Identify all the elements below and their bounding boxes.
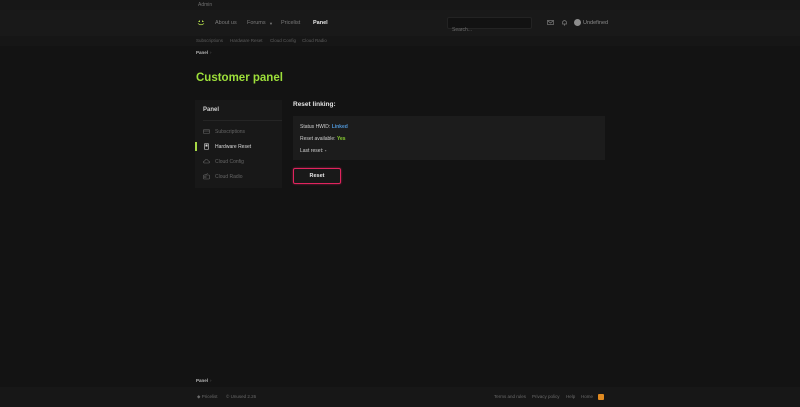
subnav-hardware-reset[interactable]: Hardware Reset (230, 38, 263, 43)
footer-breadcrumb: Panel › (196, 378, 212, 383)
sidebar-item-label: Cloud Radio (215, 174, 243, 180)
sidebar-item-label: Subscriptions (215, 129, 246, 135)
status-value: Linked (331, 124, 348, 130)
status-row: Status HWID: Linked (300, 124, 348, 130)
logo-icon[interactable] (197, 19, 205, 26)
subnav-bar: Subscriptions Hardware Reset Cloud Confi… (0, 36, 800, 46)
footer-pricelist-label: Pricelist (201, 394, 218, 399)
sidebar-panel: Panel Subscriptions Hardware Reset Cloud… (195, 100, 282, 188)
cloud-icon (203, 159, 210, 164)
section-title: Reset linking: (293, 101, 336, 108)
footer-breadcrumb-chevron-icon: › (210, 378, 212, 383)
search-box (447, 17, 532, 35)
footer-pricelist[interactable]: ◆ Pricelist (197, 394, 218, 400)
username[interactable]: Undefined (583, 20, 608, 26)
sidebar-item-label: Cloud Config (215, 159, 244, 165)
footer-copyright-label: Unused 2.26 (230, 394, 257, 399)
card-icon (203, 129, 210, 134)
sidebar-header: Panel (203, 107, 220, 113)
status-label: Status HWID: (300, 124, 331, 130)
reset-available-value: Yes (336, 136, 346, 142)
footer-home[interactable]: Home (581, 394, 593, 399)
reset-available-label: Reset available: (300, 136, 336, 142)
sidebar-item-label: Hardware Reset (215, 144, 252, 150)
avatar[interactable] (574, 19, 581, 26)
subnav-cloud-radio[interactable]: Cloud Radio (302, 38, 327, 43)
tag-icon: ◆ (197, 394, 201, 399)
radio-icon (203, 173, 210, 180)
device-icon (204, 143, 209, 150)
sidebar-item-cloud-config[interactable]: Cloud Config (195, 156, 282, 168)
sidebar-item-hardware-reset[interactable]: Hardware Reset (195, 141, 282, 153)
footer-help[interactable]: Help (566, 394, 575, 399)
last-reset-row: Last reset: - (300, 148, 326, 154)
reset-available-row: Reset available: Yes (300, 136, 346, 142)
rss-icon[interactable] (598, 393, 604, 400)
last-reset-label: Last reset: (300, 148, 324, 154)
breadcrumb-panel[interactable]: Panel (196, 50, 208, 55)
nav-about[interactable]: About us (215, 20, 237, 26)
inbox-icon[interactable] (547, 19, 554, 26)
last-reset-value: - (324, 148, 327, 154)
bell-icon[interactable] (561, 19, 568, 26)
search-input[interactable] (448, 25, 531, 35)
sidebar-item-cloud-radio[interactable]: Cloud Radio (195, 171, 282, 183)
main-navbar: About us Forums ▼ Pricelist Panel Undefi… (0, 10, 800, 36)
footer-breadcrumb-panel[interactable]: Panel (196, 378, 208, 383)
nav-panel[interactable]: Panel (313, 20, 328, 26)
nav-pricelist[interactable]: Pricelist (281, 20, 300, 26)
footer-copyright[interactable]: © Unused 2.26 (226, 394, 256, 399)
admin-link[interactable]: Admin (198, 2, 212, 8)
sidebar-divider (203, 120, 282, 121)
footer-terms[interactable]: Terms and rules (494, 394, 526, 399)
footer: ◆ Pricelist © Unused 2.26 Terms and rule… (0, 387, 800, 407)
top-strip: Admin (0, 0, 800, 10)
breadcrumb: Panel › (196, 50, 212, 55)
forums-chevron-down-icon[interactable]: ▼ (269, 21, 273, 26)
subnav-cloud-config[interactable]: Cloud Config (270, 38, 296, 43)
active-indicator (195, 142, 197, 151)
subnav-subscriptions[interactable]: Subscriptions (196, 38, 223, 43)
reset-info-box: Status HWID: Linked Reset available: Yes… (293, 116, 605, 160)
page-title: Customer panel (196, 72, 283, 84)
breadcrumb-chevron-icon: › (210, 50, 212, 55)
nav-forums[interactable]: Forums (247, 20, 266, 26)
footer-privacy[interactable]: Privacy policy (532, 394, 560, 399)
reset-button[interactable]: Reset (293, 168, 341, 184)
sidebar-item-subscriptions[interactable]: Subscriptions (195, 126, 282, 138)
copyright-icon: © (226, 394, 230, 399)
